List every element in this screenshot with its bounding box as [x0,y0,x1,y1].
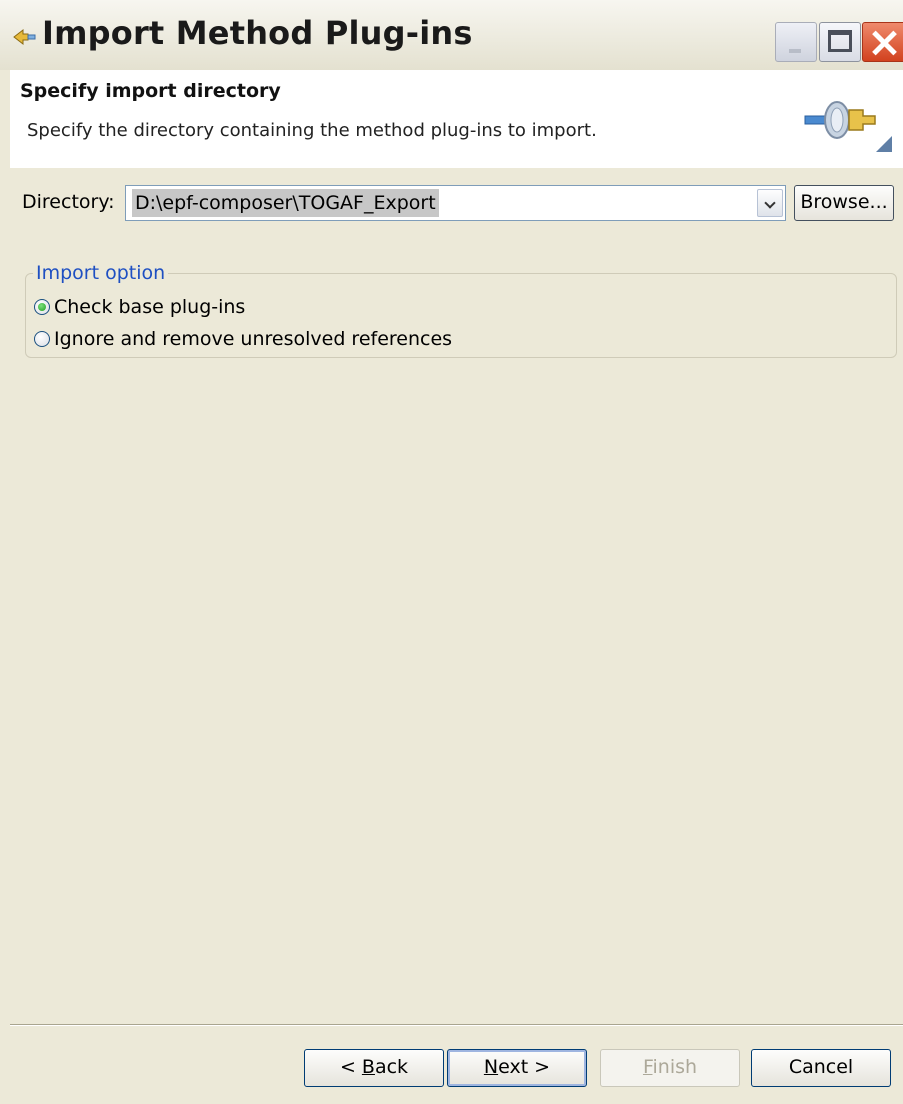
back-prefix: < [339,1056,362,1078]
back-mnemonic: B [361,1056,375,1078]
finish-label: inish [652,1056,698,1078]
minimize-button[interactable] [775,22,817,62]
title-bar[interactable]: Import Method Plug-ins [0,0,903,71]
finish-mnemonic: F [642,1056,653,1078]
window-title: Import Method Plug-ins [42,14,473,52]
footer-separator-highlight [10,1025,903,1026]
radio-label[interactable]: Ignore and remove unresolved references [54,328,452,350]
left-frame [0,70,10,1104]
close-button[interactable] [862,22,903,62]
page-description: Specify the directory containing the met… [27,120,597,141]
maximize-button[interactable] [819,22,861,62]
cancel-button[interactable]: Cancel [751,1049,891,1087]
radio-ignore-unresolved[interactable]: Ignore and remove unresolved references [34,326,452,352]
back-label: ack [374,1056,409,1078]
plugin-icon [13,28,36,46]
wizard-header: Specify import directory Specify the dir… [10,70,903,168]
chevron-down-icon[interactable] [757,189,783,217]
import-method-plugins-dialog: Import Method Plug-ins Specify import di… [0,0,903,1104]
next-label: ext > [498,1056,551,1078]
directory-label: Directory: [22,191,115,213]
radio-selected-icon[interactable] [34,299,50,315]
next-mnemonic: N [483,1056,499,1078]
next-button[interactable]: Next > [447,1049,587,1087]
radio-unselected-icon[interactable] [34,331,50,347]
back-button[interactable]: < Back [304,1049,444,1087]
directory-combobox[interactable]: D:\epf-composer\TOGAF_Export [125,185,786,221]
header-separator [10,167,903,168]
import-option-legend: Import option [33,262,169,284]
banner-corner-icon [876,136,892,152]
plugin-connector-icon [804,101,876,139]
browse-button[interactable]: Browse... [794,185,894,221]
radio-label[interactable]: Check base plug-ins [54,296,245,318]
finish-button: Finish [600,1049,740,1087]
radio-check-base-plugins[interactable]: Check base plug-ins [34,294,245,320]
directory-input[interactable]: D:\epf-composer\TOGAF_Export [132,189,439,217]
page-title: Specify import directory [20,80,281,102]
